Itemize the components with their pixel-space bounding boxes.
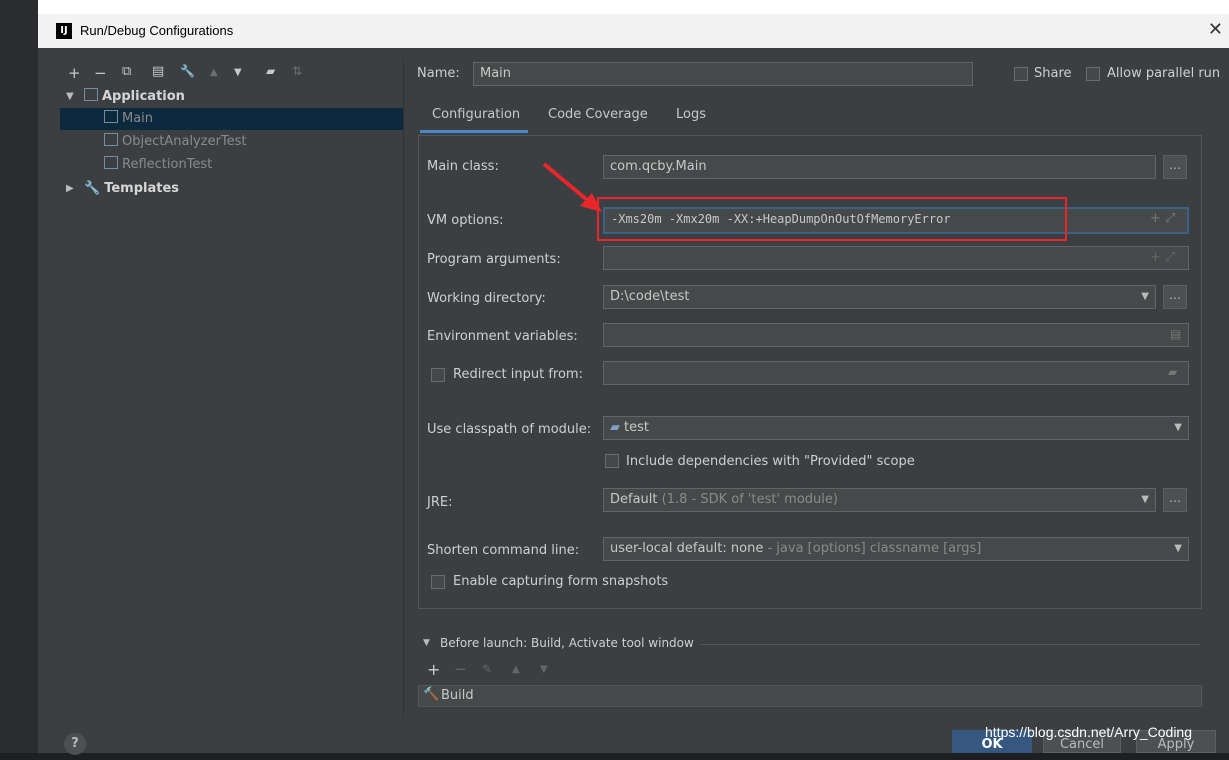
edit-icon[interactable]: ✎ — [482, 662, 492, 676]
active-tab-indicator — [420, 130, 528, 133]
working-dir-value: D:\code\test — [610, 289, 690, 304]
save-icon[interactable]: ▤ — [152, 64, 164, 79]
chevron-down-icon[interactable]: ▼ — [1174, 417, 1182, 439]
tree-node-templates[interactable]: ▶ 🔧 Templates — [60, 178, 403, 200]
chevron-down-icon[interactable]: ▼ — [1141, 286, 1149, 308]
shorten-select[interactable]: user-local default: none - java [options… — [603, 537, 1189, 561]
window-title: Run/Debug Configurations — [80, 23, 234, 38]
background-top — [38, 0, 1229, 14]
expand-icon[interactable]: + ⤢ — [1150, 250, 1175, 265]
tree-item-objectanalyzertest[interactable]: ObjectAnalyzerTest — [60, 131, 403, 153]
main-class-input[interactable]: com.qcby.Main — [603, 155, 1156, 179]
watermark: https://blog.csdn.net/Arry_Coding — [985, 724, 1193, 740]
collapse-arrow-icon[interactable]: ▶ — [66, 178, 74, 200]
jre-label: JRE: — [427, 495, 453, 510]
divider — [700, 644, 1200, 645]
build-task[interactable]: Build — [441, 688, 474, 703]
include-deps-checkbox[interactable] — [605, 454, 619, 468]
application-icon — [84, 88, 98, 101]
snapshots-checkbox[interactable] — [431, 575, 445, 589]
shorten-hint: - java [options] classname [args] — [767, 541, 982, 556]
parallel-checkbox[interactable] — [1086, 67, 1100, 81]
hammer-icon: 🔨 — [423, 687, 440, 702]
before-launch-list: 🔨 Build — [418, 685, 1202, 707]
program-args-input[interactable] — [603, 246, 1189, 270]
background-strip — [0, 0, 38, 753]
name-input[interactable]: Main — [473, 62, 973, 86]
folder-icon[interactable]: ▰ — [266, 64, 275, 78]
tree-label: ReflectionTest — [122, 157, 213, 172]
tab-logs[interactable]: Logs — [676, 107, 706, 122]
intellij-logo-icon: IJ — [56, 23, 72, 39]
working-dir-input[interactable]: D:\code\test ▼ — [603, 285, 1156, 309]
before-launch-label[interactable]: Before launch: Build, Activate tool wind… — [440, 636, 694, 650]
main-class-label: Main class: — [427, 159, 499, 174]
tree-label-application: Application — [102, 89, 185, 104]
redirect-label: Redirect input from: — [453, 367, 583, 382]
add-icon[interactable]: + — [68, 64, 81, 82]
highlight-box — [597, 197, 1067, 241]
expand-arrow-icon[interactable]: ▼ — [66, 86, 74, 108]
tree-label-templates: Templates — [104, 181, 179, 196]
down-arrow-icon[interactable]: ▼ — [540, 664, 548, 675]
name-label: Name: — [417, 66, 460, 81]
program-args-label: Program arguments: — [427, 252, 561, 267]
config-tree-panel: + − ⧉ ▤ 🔧 ▲ ▼ ▰ ⇅ ▼ Application Main Obj… — [60, 58, 404, 718]
browse-working-dir-button[interactable]: … — [1163, 285, 1187, 309]
edit-env-icon[interactable]: ▤ — [1170, 327, 1181, 341]
jre-select[interactable]: Default (1.8 - SDK of 'test' module) ▼ — [603, 488, 1156, 512]
jre-value: Default — [610, 492, 658, 507]
classpath-value: test — [624, 420, 649, 435]
red-arrow-annotation — [542, 162, 602, 212]
parallel-label: Allow parallel run — [1107, 66, 1221, 81]
expand-icon[interactable]: + ⤢ — [1150, 211, 1175, 226]
config-icon — [104, 110, 118, 123]
include-deps-label: Include dependencies with "Provided" sco… — [626, 454, 915, 469]
wrench-icon: 🔧 — [84, 181, 101, 196]
browse-jre-button[interactable]: … — [1163, 488, 1187, 512]
chevron-down-icon[interactable]: ▼ — [1141, 489, 1149, 511]
copy-icon[interactable]: ⧉ — [122, 64, 131, 79]
share-checkbox[interactable] — [1014, 67, 1028, 81]
tree-item-reflectiontest[interactable]: ReflectionTest — [60, 154, 403, 176]
env-vars-label: Environment variables: — [427, 329, 578, 344]
config-icon — [104, 156, 118, 169]
classpath-select[interactable]: ▰ test ▼ — [603, 416, 1189, 440]
wrench-icon[interactable]: 🔧 — [180, 64, 195, 78]
up-arrow-icon[interactable]: ▲ — [210, 67, 218, 78]
expand-arrow-icon[interactable]: ▼ — [423, 638, 430, 648]
remove-icon[interactable]: − — [94, 64, 107, 82]
browse-main-class-button[interactable]: … — [1163, 155, 1187, 179]
sort-icon[interactable]: ⇅ — [292, 64, 302, 78]
config-icon — [104, 133, 118, 146]
tree-node-application[interactable]: ▼ Application — [60, 86, 403, 108]
jre-hint: (1.8 - SDK of 'test' module) — [661, 492, 838, 507]
redirect-input[interactable] — [603, 361, 1189, 385]
vm-options-label: VM options: — [427, 213, 504, 228]
env-vars-input[interactable] — [603, 323, 1189, 347]
tree-item-main[interactable]: Main — [60, 108, 403, 130]
up-arrow-icon[interactable]: ▲ — [512, 664, 520, 675]
close-icon[interactable]: ✕ — [1208, 19, 1223, 40]
tree-label: Main — [122, 111, 154, 126]
remove-icon[interactable]: − — [454, 660, 467, 678]
tab-configuration[interactable]: Configuration — [432, 107, 520, 122]
help-button[interactable]: ? — [64, 733, 86, 755]
add-icon[interactable]: + — [427, 660, 440, 679]
snapshots-label: Enable capturing form snapshots — [453, 574, 669, 589]
working-dir-label: Working directory: — [427, 291, 546, 306]
classpath-label: Use classpath of module: — [427, 422, 592, 437]
tree-label: ObjectAnalyzerTest — [122, 134, 247, 149]
shorten-label: Shorten command line: — [427, 543, 580, 558]
down-arrow-icon[interactable]: ▼ — [234, 67, 242, 78]
folder-icon[interactable]: ▰ — [1168, 365, 1177, 379]
share-label: Share — [1034, 66, 1072, 81]
title-bar: IJ Run/Debug Configurations ✕ — [38, 14, 1229, 48]
shorten-value: user-local default: none — [610, 541, 764, 556]
tab-code-coverage[interactable]: Code Coverage — [548, 107, 648, 122]
module-icon: ▰ — [610, 420, 620, 435]
redirect-checkbox[interactable] — [431, 368, 445, 382]
chevron-down-icon[interactable]: ▼ — [1174, 538, 1182, 560]
